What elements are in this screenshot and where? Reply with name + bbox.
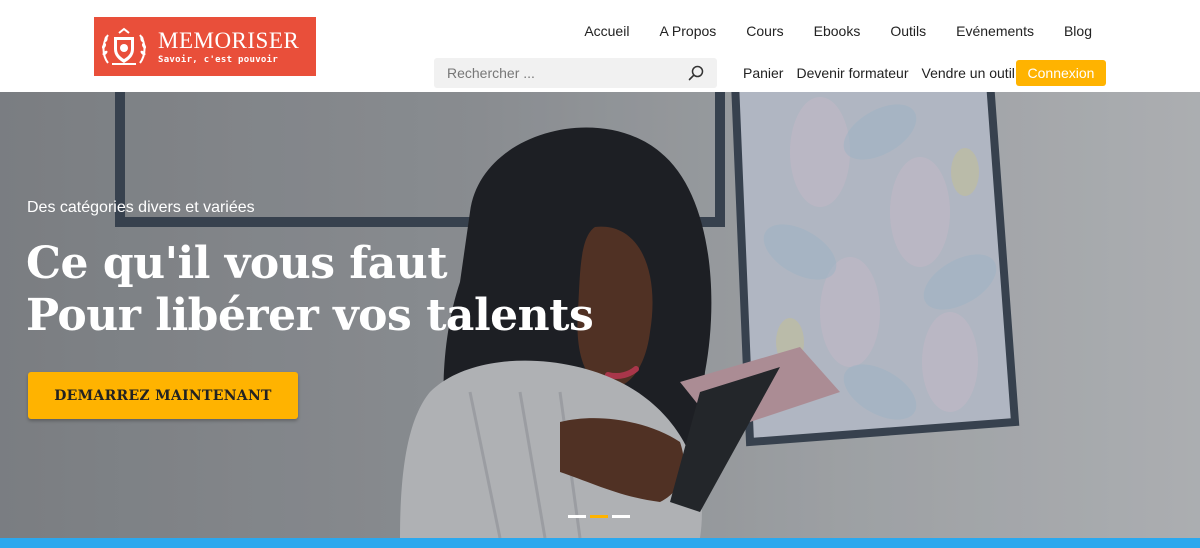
cart-link[interactable]: Panier — [743, 64, 783, 82]
hero-title: Ce qu'il vous faut Pour libérer vos tale… — [26, 238, 594, 342]
login-button[interactable]: Connexion — [1016, 60, 1106, 86]
main-nav: Accueil A Propos Cours Ebooks Outils Evé… — [569, 22, 1106, 40]
slider-dot[interactable] — [568, 515, 586, 518]
start-now-button[interactable]: DEMARREZ MAINTENANT — [28, 372, 298, 419]
brand-tagline: Savoir, c'est pouvoir — [158, 55, 279, 65]
brand-logo[interactable]: MEMORISER Savoir, c'est pouvoir — [94, 17, 316, 76]
site-header: MEMORISER Savoir, c'est pouvoir Accueil … — [0, 0, 1200, 92]
sell-tool-link[interactable]: Vendre un outil — [922, 64, 1015, 82]
brand-text: MEMORISER Savoir, c'est pouvoir — [158, 28, 299, 65]
brand-name: MEMORISER — [158, 28, 300, 53]
become-trainer-link[interactable]: Devenir formateur — [796, 64, 908, 82]
search-bar — [434, 58, 717, 88]
nav-item-evenements[interactable]: Evénements — [941, 22, 1049, 40]
hero-title-line-2: Pour libérer vos talents — [26, 290, 594, 341]
nav-item-a-propos[interactable]: A Propos — [644, 22, 731, 40]
shield-laurel-icon — [94, 17, 154, 76]
nav-item-outils[interactable]: Outils — [875, 22, 941, 40]
slider-dot-active[interactable] — [590, 515, 608, 518]
slider-dots — [568, 515, 630, 518]
nav-item-cours[interactable]: Cours — [731, 22, 798, 40]
nav-item-accueil[interactable]: Accueil — [569, 22, 644, 40]
section-strip — [0, 538, 1200, 548]
nav-item-ebooks[interactable]: Ebooks — [799, 22, 876, 40]
hero-kicker: Des catégories divers et variées — [27, 199, 255, 216]
search-icon[interactable] — [687, 64, 705, 82]
slider-dot[interactable] — [612, 515, 630, 518]
hero-slider: Des catégories divers et variées Ce qu'i… — [0, 92, 1200, 538]
hero-title-line-1: Ce qu'il vous faut — [26, 238, 448, 289]
secondary-nav: Panier Devenir formateur Vendre un outil — [743, 64, 1028, 82]
search-input[interactable] — [434, 58, 674, 88]
nav-item-blog[interactable]: Blog — [1049, 22, 1106, 40]
